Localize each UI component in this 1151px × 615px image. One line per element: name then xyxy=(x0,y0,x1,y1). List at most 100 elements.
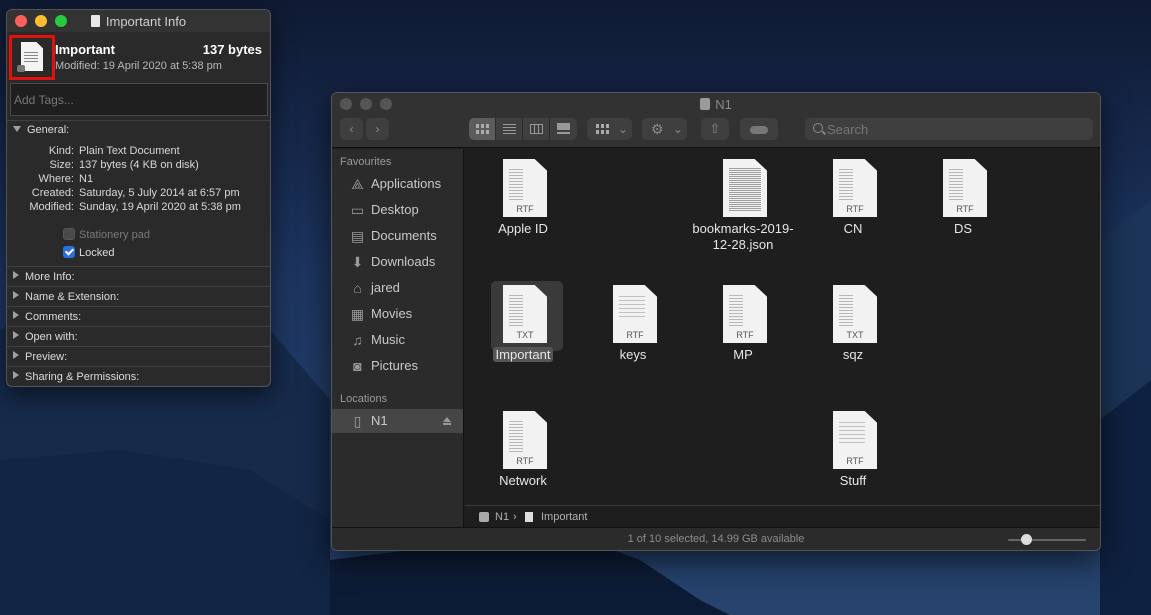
section-general[interactable]: General: xyxy=(13,124,69,136)
file-name: Important xyxy=(55,42,115,57)
file-item-mp[interactable]: RTF MP xyxy=(688,275,798,385)
desktop-icon: ▭ xyxy=(350,202,365,218)
sidebar-item-n1[interactable]: ▯ N1 xyxy=(332,409,463,433)
group-grid-icon xyxy=(596,124,609,134)
icon-size-slider[interactable] xyxy=(1008,539,1086,541)
modified-row: Modified: Sunday, 19 April 2020 at 5:38 p… xyxy=(29,201,241,213)
divider xyxy=(7,120,270,121)
action-button[interactable]: ⚙ ⌄ xyxy=(642,118,687,140)
list-icon xyxy=(503,124,516,134)
forward-button[interactable]: › xyxy=(366,118,389,140)
section-preview[interactable]: Preview: xyxy=(13,351,67,363)
modified-summary: Modified: 19 April 2020 at 5:38 pm xyxy=(55,60,222,72)
file-item-stuff[interactable]: RTF Stuff xyxy=(798,401,908,511)
tags-field[interactable] xyxy=(10,83,268,116)
sidebar-item-applications[interactable]: ⟁ Applications xyxy=(332,172,463,196)
group-button[interactable]: ⌄ xyxy=(587,118,632,140)
finder-window: N1 ‹ › ⌄ ⚙ ⌄ ⇧ Favourites ⟁ xyxy=(331,92,1101,551)
file-item-apple-id[interactable]: RTF Apple ID xyxy=(468,149,578,259)
rtf-document-icon: RTF xyxy=(613,285,657,343)
path-bar: N1 › Important xyxy=(465,505,1100,527)
search-icon xyxy=(813,123,823,133)
favourites-header: Favourites xyxy=(340,156,392,168)
window-title: Important Info xyxy=(7,14,270,29)
disclosure-closed-icon xyxy=(13,271,19,279)
applications-icon: ⟁ xyxy=(351,176,364,192)
drive-icon: ▯ xyxy=(353,413,362,429)
path-segment-file[interactable]: Important xyxy=(541,506,587,528)
document-icon xyxy=(525,512,533,522)
file-item-important[interactable]: TXT Important xyxy=(468,275,578,385)
sidebar-item-pictures[interactable]: ◙ Pictures xyxy=(332,354,463,378)
back-button[interactable]: ‹ xyxy=(340,118,363,140)
disclosure-closed-icon xyxy=(13,351,19,359)
file-item-bookmarks[interactable]: bookmarks-2019-12-28.json xyxy=(688,149,798,259)
rtf-document-icon: RTF xyxy=(503,159,547,217)
section-open-with[interactable]: Open with: xyxy=(13,331,78,343)
section-comments[interactable]: Comments: xyxy=(13,311,81,323)
where-row: Where: N1 xyxy=(38,173,94,185)
sidebar-item-jared[interactable]: ⌂ jared xyxy=(332,276,463,300)
file-item-ds[interactable]: RTF DS xyxy=(908,149,1018,259)
list-view-button[interactable] xyxy=(496,118,523,140)
window-title: N1 xyxy=(332,97,1100,112)
icon-view-button[interactable] xyxy=(469,118,496,140)
sidebar-item-desktop[interactable]: ▭ Desktop xyxy=(332,198,463,222)
created-row: Created: Saturday, 5 July 2014 at 6:57 pm xyxy=(31,187,240,199)
section-sharing-permissions[interactable]: Sharing & Permissions: xyxy=(13,371,139,383)
json-document-icon xyxy=(723,159,767,217)
sidebar-item-movies[interactable]: ▦ Movies xyxy=(332,302,463,326)
music-icon: ♫ xyxy=(352,332,363,348)
file-item-keys[interactable]: RTF keys xyxy=(578,275,688,385)
home-icon: ⌂ xyxy=(353,280,362,296)
file-item-network[interactable]: RTF Network xyxy=(468,401,578,511)
chevron-down-icon: ⌄ xyxy=(673,122,684,136)
file-icon-highlight[interactable] xyxy=(9,35,55,80)
rtf-document-icon: RTF xyxy=(833,159,877,217)
rtf-document-icon: RTF xyxy=(943,159,987,217)
search-input[interactable] xyxy=(805,118,1093,140)
locked-checkbox[interactable]: Locked xyxy=(63,246,114,259)
divider xyxy=(7,306,270,307)
section-more-info[interactable]: More Info: xyxy=(13,271,75,283)
checkbox-checked-icon xyxy=(63,246,75,258)
stationery-pad-checkbox[interactable]: Stationery pad xyxy=(63,228,150,241)
grid-icon xyxy=(476,124,489,134)
sidebar-item-downloads[interactable]: ⬇ Downloads xyxy=(332,250,463,274)
status-bar: 1 of 10 selected, 14.99 GB available xyxy=(332,527,1100,550)
divider xyxy=(7,286,270,287)
tags-button[interactable] xyxy=(740,118,778,140)
chevron-down-icon: ⌄ xyxy=(618,122,629,136)
section-name-extension[interactable]: Name & Extension: xyxy=(13,291,119,303)
kind-row: Kind: Plain Text Document xyxy=(48,145,180,157)
disclosure-closed-icon xyxy=(13,311,19,319)
share-button[interactable]: ⇧ xyxy=(701,118,729,140)
rtf-document-icon: RTF xyxy=(503,411,547,469)
finder-toolbar[interactable]: N1 ‹ › ⌄ ⚙ ⌄ ⇧ xyxy=(332,93,1100,148)
sidebar-item-music[interactable]: ♫ Music xyxy=(332,328,463,352)
txt-document-icon: TXT xyxy=(833,285,877,343)
status-text: 1 of 10 selected, 14.99 GB available xyxy=(627,533,805,545)
divider xyxy=(7,346,270,347)
disclosure-closed-icon xyxy=(13,291,19,299)
disclosure-open-icon xyxy=(13,126,21,132)
column-view-button[interactable] xyxy=(523,118,550,140)
drive-icon xyxy=(479,512,489,522)
pictures-icon: ◙ xyxy=(353,358,362,374)
view-mode-control[interactable] xyxy=(469,118,577,140)
size-row: Size: 137 bytes (4 KB on disk) xyxy=(49,159,199,171)
sidebar-item-documents[interactable]: ▤ Documents xyxy=(332,224,463,248)
info-titlebar[interactable]: Important Info xyxy=(7,10,270,32)
file-item-sqz[interactable]: TXT sqz xyxy=(798,275,908,385)
share-icon: ⇧ xyxy=(709,121,721,136)
rtf-document-icon: RTF xyxy=(833,411,877,469)
file-item-cn[interactable]: RTF CN xyxy=(798,149,908,259)
path-segment-disk[interactable]: N1 xyxy=(495,506,509,528)
eject-icon[interactable] xyxy=(443,417,451,425)
movies-icon: ▦ xyxy=(350,306,365,322)
gallery-view-button[interactable] xyxy=(550,118,577,140)
documents-icon: ▤ xyxy=(350,228,365,244)
divider xyxy=(7,366,270,367)
icon-size-slider-thumb[interactable] xyxy=(1021,534,1032,545)
sidebar: Favourites ⟁ Applications ▭ Desktop ▤ Do… xyxy=(332,149,464,527)
